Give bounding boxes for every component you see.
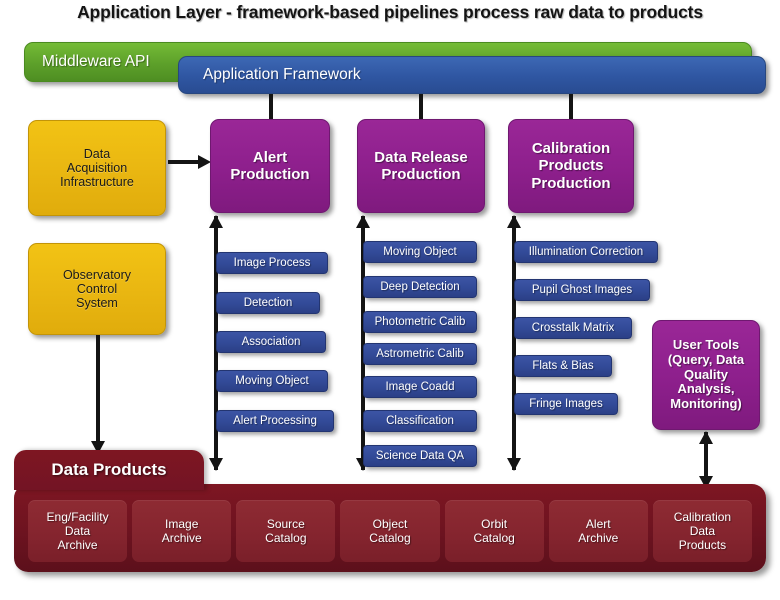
data-release-production-box[interactable]: Data Release Production <box>357 119 485 213</box>
pipeline-chip-image-process[interactable]: Image Process <box>216 252 328 274</box>
connector-framework-to-alert <box>269 94 273 119</box>
chip-label: Deep Detection <box>380 281 460 293</box>
chip-label: Detection <box>243 297 293 309</box>
pipeline-chip-photometric-calib[interactable]: Photometric Calib <box>363 311 477 333</box>
application-framework-label: Application Framework <box>203 66 361 84</box>
data-product-tile-calibration-data-products[interactable]: Calibration Data Products <box>652 500 752 562</box>
pipeline-chip-deep-detection[interactable]: Deep Detection <box>363 276 477 298</box>
arrow-user-tools-to-data-products <box>699 431 713 489</box>
page-title: Application Layer - framework-based pipe… <box>77 2 703 22</box>
chip-label: Alert Processing <box>233 415 317 427</box>
middleware-api-label: Middleware API <box>42 53 150 71</box>
alert-production-label: Alert Production <box>230 148 310 183</box>
diagram-canvas: Application Layer - framework-based pipe… <box>0 0 780 600</box>
chip-label: Astrometric Calib <box>376 348 464 360</box>
arrow-acquisition-to-alert-production <box>168 155 211 169</box>
observatory-control-system-label: Observatory Control System <box>62 267 132 311</box>
data-product-tile-source-catalog[interactable]: Source Catalog <box>236 500 336 562</box>
alert-production-box[interactable]: Alert Production <box>210 119 330 213</box>
pipeline-chip-association[interactable]: Association <box>216 331 326 353</box>
chip-label: Classification <box>386 415 454 427</box>
chip-label: Moving Object <box>383 246 457 258</box>
tile-label: Image Archive <box>161 516 202 545</box>
pipeline-chip-fringe-images[interactable]: Fringe Images <box>514 393 618 415</box>
chip-label: Pupil Ghost Images <box>531 284 633 296</box>
pipeline-chip-pupil-ghost-images[interactable]: Pupil Ghost Images <box>514 279 650 301</box>
user-tools-box[interactable]: User Tools (Query, Data Quality Analysis, Mo… <box>652 320 760 430</box>
chip-label: Image Process <box>233 257 311 269</box>
calibration-products-production-box[interactable]: Calibration Products Production <box>508 119 634 213</box>
connector-framework-to-calibration <box>569 94 573 119</box>
pipeline-chip-image-coadd[interactable]: Image Coadd <box>363 376 477 398</box>
data-products-header: Data Products <box>14 450 204 490</box>
tile-label: Alert Archive <box>578 516 619 545</box>
data-release-production-label: Data Release Production <box>374 148 468 183</box>
arrow-ocs-to-data-products <box>91 335 105 454</box>
connector-framework-to-data-release <box>419 94 423 119</box>
data-product-tile-eng-facility-data-archive[interactable]: Eng/Facility Data Archive <box>28 500 128 562</box>
data-product-tile-image-archive[interactable]: Image Archive <box>132 500 232 562</box>
tile-label: Source Catalog <box>265 516 307 545</box>
pipeline-chip-moving-object-alert[interactable]: Moving Object <box>216 370 328 392</box>
pipeline-chip-alert-processing[interactable]: Alert Processing <box>216 410 334 432</box>
pipeline-chip-crosstalk-matrix[interactable]: Crosstalk Matrix <box>514 317 632 339</box>
tile-label: Object Catalog <box>369 516 411 545</box>
chip-label: Crosstalk Matrix <box>531 322 615 334</box>
tile-label: Calibration Data Products <box>673 509 732 553</box>
data-product-tile-object-catalog[interactable]: Object Catalog <box>340 500 440 562</box>
application-framework-bar[interactable]: Application Framework <box>178 56 766 94</box>
tile-label: Orbit Catalog <box>473 516 515 545</box>
observatory-control-system-box[interactable]: Observatory Control System <box>28 243 166 335</box>
pipeline-chip-astrometric-calib[interactable]: Astrometric Calib <box>363 343 477 365</box>
pipeline-chip-classification[interactable]: Classification <box>363 410 477 432</box>
pipeline-chip-detection[interactable]: Detection <box>216 292 320 314</box>
pipeline-chip-flats-and-bias[interactable]: Flats & Bias <box>514 355 612 377</box>
data-product-tile-alert-archive[interactable]: Alert Archive <box>548 500 648 562</box>
data-acquisition-infrastructure-box[interactable]: Data Acquisition Infrastructure <box>28 120 166 216</box>
data-products-header-label: Data Products <box>51 460 167 479</box>
data-products-tile-list: Eng/Facility Data Archive Image Archive Sou… <box>28 500 752 562</box>
chip-label: Image Coadd <box>385 381 455 393</box>
tile-label: Eng/Facility Data Archive <box>46 509 109 553</box>
chip-label: Photometric Calib <box>374 316 466 328</box>
chip-label: Science Data QA <box>375 450 465 462</box>
chip-label: Flats & Bias <box>532 360 594 372</box>
data-product-tile-orbit-catalog[interactable]: Orbit Catalog <box>444 500 544 562</box>
pipeline-chip-illumination-correction[interactable]: Illumination Correction <box>514 241 658 263</box>
calibration-products-production-label: Calibration Products Production <box>531 140 611 192</box>
pipeline-chip-science-data-qa[interactable]: Science Data QA <box>363 445 477 467</box>
user-tools-label: User Tools (Query, Data Quality Analysis, Mo… <box>667 336 745 412</box>
chip-label: Moving Object <box>235 375 309 387</box>
chip-label: Fringe Images <box>529 398 603 410</box>
data-acquisition-infrastructure-label: Data Acquisition Infrastructure <box>60 146 134 190</box>
chip-label: Illumination Correction <box>528 246 644 258</box>
pipeline-chip-moving-object-dr[interactable]: Moving Object <box>363 241 477 263</box>
chip-label: Association <box>241 336 301 348</box>
